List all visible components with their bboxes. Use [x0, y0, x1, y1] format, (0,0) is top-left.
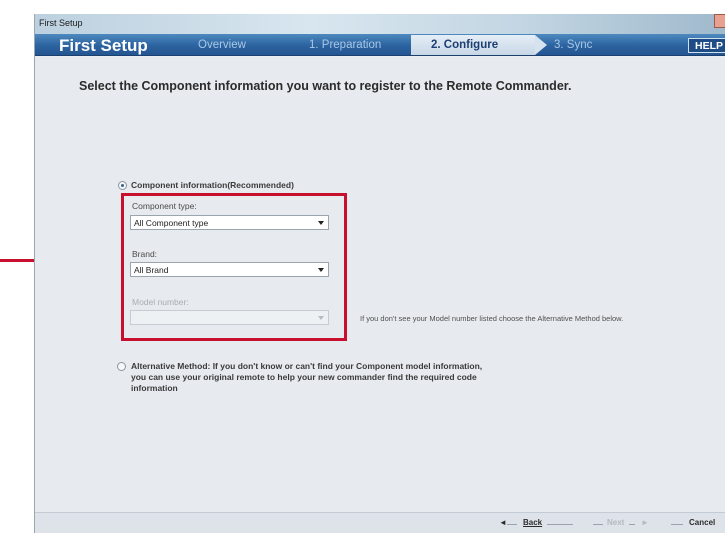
cancel-divider	[671, 524, 683, 525]
alternative-method-line-3: information	[131, 383, 178, 393]
component-info-label: Component information(Recommended)	[131, 180, 294, 190]
back-arrow-icon: ◄	[499, 518, 507, 527]
brand-select[interactable]: All Brand	[130, 262, 329, 277]
page-heading: Select the Component information you wan…	[79, 79, 572, 93]
component-type-select[interactable]: All Component type	[130, 215, 329, 230]
footer-bar: ◄ Back Next ► Cancel	[35, 512, 725, 533]
brand-label: Brand:	[132, 249, 158, 259]
brand-value: All Brand	[134, 265, 169, 275]
alternative-method-line-2: you can use your original remote to help…	[131, 372, 477, 382]
next-button[interactable]: Next ►	[593, 518, 663, 531]
next-divider	[593, 524, 603, 525]
model-number-hint: If you don't see your Model number liste…	[360, 314, 624, 323]
main-content: Select the Component information you wan…	[35, 57, 725, 512]
next-divider-right	[629, 524, 635, 525]
model-number-select[interactable]	[130, 310, 329, 325]
component-type-value: All Component type	[134, 218, 209, 228]
wizard-nav: First Setup Overview 1. Preparation 2. C…	[35, 34, 725, 56]
cancel-label: Cancel	[689, 518, 716, 527]
step-configure: 2. Configure	[431, 39, 499, 51]
chevron-down-icon	[318, 221, 324, 225]
wizard-title: First Setup	[59, 36, 148, 55]
help-button[interactable]: HELP	[688, 38, 725, 53]
window-title: First Setup	[39, 18, 83, 28]
model-number-label: Model number:	[132, 297, 189, 307]
component-info-radio[interactable]	[118, 181, 127, 190]
back-label: Back	[523, 518, 543, 527]
step-arrow-icon	[535, 35, 547, 55]
step-sync: 3. Sync	[554, 39, 593, 51]
next-label: Next	[607, 518, 625, 527]
back-button[interactable]: ◄ Back	[495, 518, 575, 531]
close-window-button[interactable]	[714, 14, 725, 28]
component-type-label: Component type:	[132, 201, 197, 211]
chevron-down-icon	[318, 316, 324, 320]
chevron-down-icon	[318, 268, 324, 272]
back-divider-right	[547, 524, 573, 525]
cancel-button[interactable]: Cancel	[671, 518, 725, 531]
alternative-method-line-1: Alternative Method: If you don't know or…	[131, 361, 483, 371]
step-overview: Overview	[198, 39, 246, 51]
app-window: First Setup First Setup Overview 1. Prep…	[34, 14, 725, 533]
alternative-method-radio[interactable]	[117, 362, 126, 371]
step-preparation: 1. Preparation	[309, 39, 382, 51]
title-bar: First Setup	[35, 14, 725, 34]
back-divider	[507, 524, 517, 525]
next-arrow-icon: ►	[641, 518, 649, 527]
